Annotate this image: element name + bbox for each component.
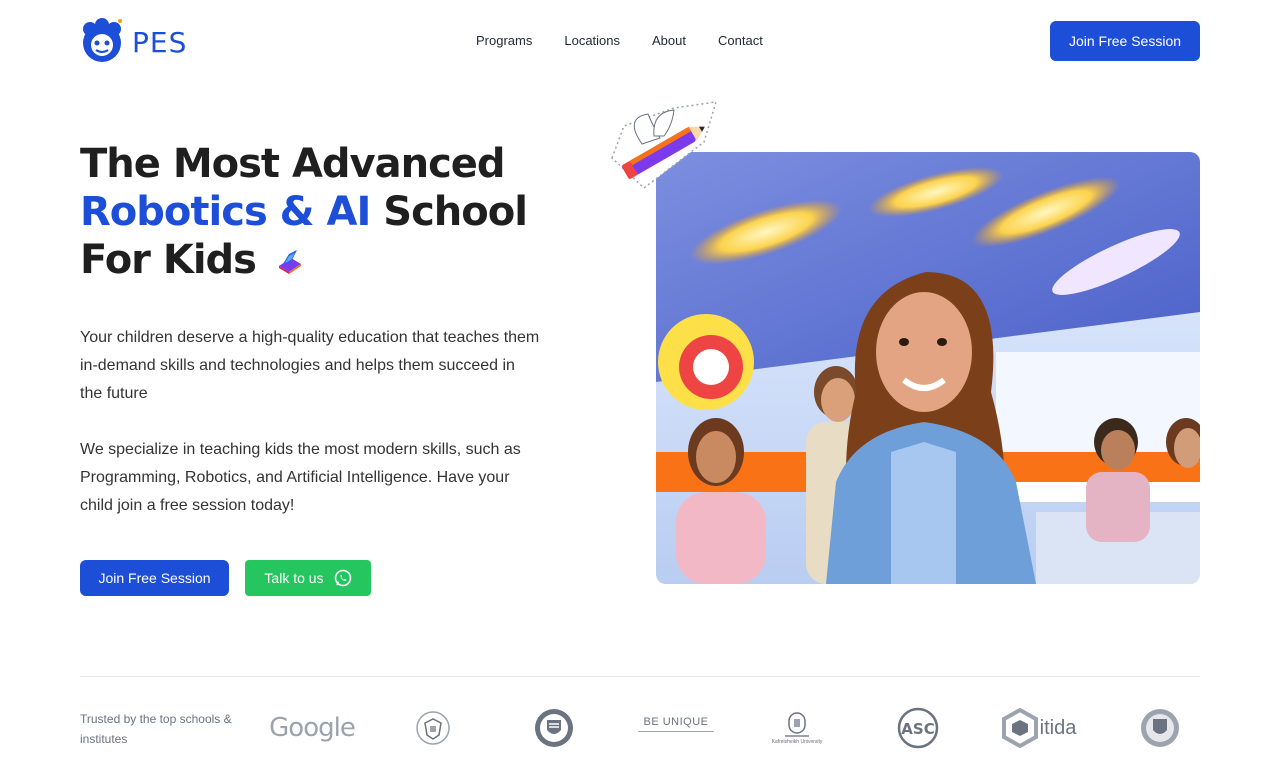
talk-to-us-button[interactable]: Talk to us: [245, 560, 371, 596]
hero-paragraph-2: We specialize in teaching kids the most …: [80, 441, 521, 514]
itida-logo: itida: [998, 704, 1080, 752]
shield-badge-logo: [532, 704, 576, 752]
hero-title-line1: The Most Advanced: [80, 141, 506, 187]
be-unique-underline: [638, 730, 714, 741]
site-header: PES Programs Locations About Contact Joi…: [80, 0, 1200, 82]
university-emblem-icon: [785, 712, 809, 737]
hero-title-line2: School: [370, 189, 528, 235]
hero-paragraph-1: Your children deserve a high-quality edu…: [80, 329, 540, 402]
itida-hexagon-icon: [1001, 708, 1038, 748]
trusted-label: Trusted by the top schools & institutes: [80, 712, 232, 746]
hero-title: The Most Advanced Robotics & AI School F…: [80, 140, 560, 284]
kafrelsheikh-logo-text: Kafrelsheikh University: [771, 739, 823, 745]
asc-logo-text: ASC: [901, 720, 934, 738]
google-logo-text: Google: [269, 713, 356, 743]
hero-title-accent: Robotics & AI: [80, 189, 371, 235]
nav-locations[interactable]: Locations: [564, 33, 620, 48]
egypt-emblem-logo: [412, 704, 454, 752]
academy-shield-icon: [1141, 709, 1179, 747]
hero-photo-kids-classroom: [656, 152, 1200, 584]
google-logo: Google: [269, 704, 356, 752]
hero-title-line3: For Kids: [80, 237, 257, 283]
talk-to-us-label: Talk to us: [264, 570, 324, 586]
kafrelsheikh-logo: Kafrelsheikh University: [770, 704, 824, 752]
hero-join-button[interactable]: Join Free Session: [80, 560, 229, 596]
nav-programs[interactable]: Programs: [476, 33, 532, 48]
flying-pencil-sticker-icon: [611, 101, 718, 189]
main-nav: Programs Locations About Contact: [476, 33, 795, 48]
nav-contact[interactable]: Contact: [718, 33, 763, 48]
nav-about[interactable]: About: [652, 33, 686, 48]
logo-text: PES: [132, 25, 188, 59]
asc-ring-icon: ASC: [897, 707, 939, 749]
classroom-illustration: [656, 152, 1200, 584]
pes-logo[interactable]: PES: [80, 16, 192, 68]
robot-head-logo-icon: [83, 18, 122, 62]
itida-logo-text: itida: [1039, 716, 1077, 739]
be-unique-logo: BE UNIQUE: [636, 704, 716, 752]
eagle-emblem-icon: [416, 711, 450, 745]
academy-badge-logo: [1138, 704, 1182, 752]
whatsapp-icon: [334, 569, 351, 587]
header-join-button[interactable]: Join Free Session: [1050, 21, 1200, 61]
asc-logo: ASC: [896, 704, 940, 752]
shield-badge-icon: [535, 709, 573, 747]
be-unique-logo-text: BE UNIQUE: [643, 715, 709, 728]
laptop-icon: [278, 250, 301, 274]
section-divider: [80, 676, 1200, 677]
